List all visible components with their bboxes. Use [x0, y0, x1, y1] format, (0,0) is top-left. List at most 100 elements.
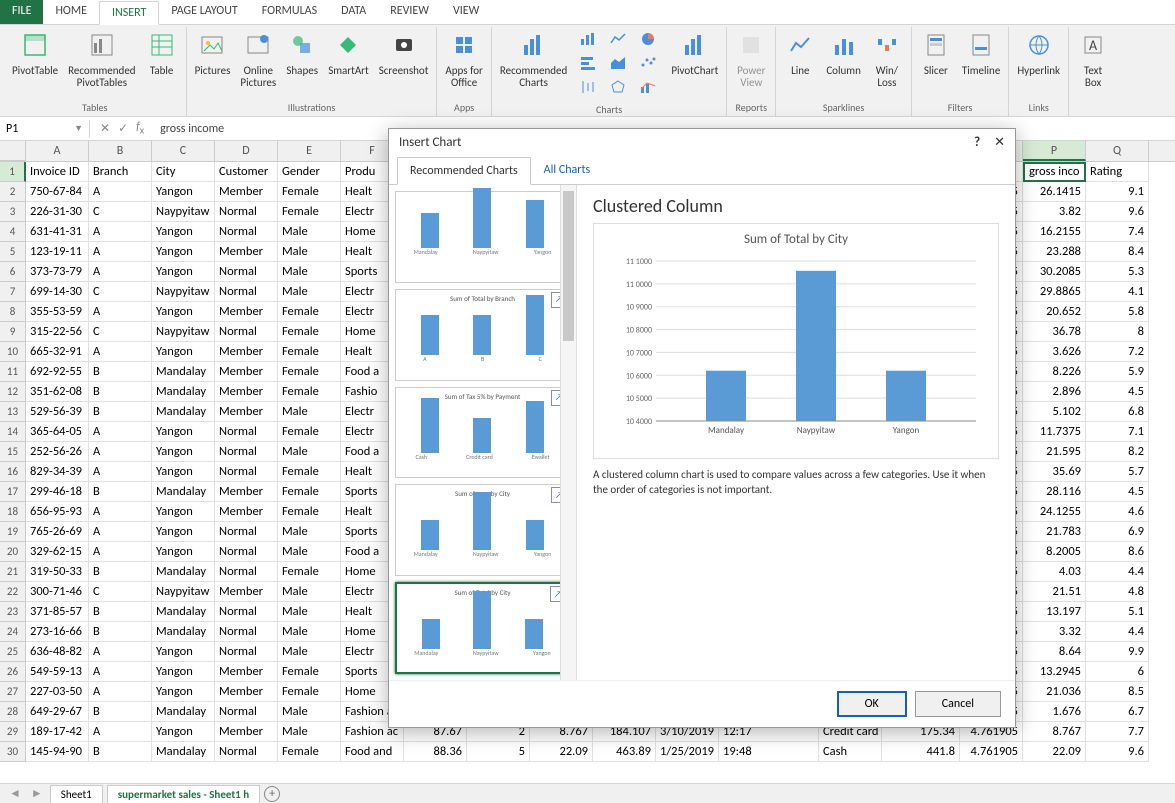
cell-D20[interactable]: Normal	[215, 542, 278, 562]
cell-P18[interactable]: 24.1255	[1023, 502, 1086, 522]
row-header-22[interactable]: 22	[0, 582, 26, 602]
row-header-6[interactable]: 6	[0, 262, 26, 282]
cell-P5[interactable]: 23.288	[1023, 242, 1086, 262]
cell-C4[interactable]: Yangon	[152, 222, 215, 242]
row-header-3[interactable]: 3	[0, 202, 26, 222]
sparkline-winloss-button[interactable]: Win/Loss	[867, 27, 907, 93]
cell-A22[interactable]: 300-71-46	[26, 582, 89, 602]
cell-D29[interactable]: Member	[215, 722, 278, 742]
cell-E9[interactable]: Female	[278, 322, 341, 342]
cell-C23[interactable]: Mandalay	[152, 602, 215, 622]
cell-E26[interactable]: Female	[278, 662, 341, 682]
sheet-tab-1[interactable]: supermarket sales - Sheet1 h	[107, 785, 260, 803]
screenshot-button[interactable]: Screenshot	[375, 27, 433, 81]
cell-P2[interactable]: 26.1415	[1023, 182, 1086, 202]
cell-Q11[interactable]: 5.9	[1086, 362, 1149, 382]
cell-C3[interactable]: Naypyitaw	[152, 202, 215, 222]
cell-P20[interactable]: 8.2005	[1023, 542, 1086, 562]
recommended-thumb-4[interactable]: ↗Sum of Total by CityMandalayNaypyitawYa…	[395, 582, 570, 674]
cell-B6[interactable]: A	[89, 262, 152, 282]
row-header-20[interactable]: 20	[0, 542, 26, 562]
recommended-pivottables-button[interactable]: RecommendedPivotTables	[64, 27, 139, 93]
cell-A20[interactable]: 329-62-15	[26, 542, 89, 562]
cell-Q2[interactable]: 9.1	[1086, 182, 1149, 202]
col-header-A[interactable]: A	[26, 141, 89, 161]
cell-Q25[interactable]: 9.9	[1086, 642, 1149, 662]
cell-A21[interactable]: 319-50-33	[26, 562, 89, 582]
cell-Q7[interactable]: 4.1	[1086, 282, 1149, 302]
cell-P26[interactable]: 13.2945	[1023, 662, 1086, 682]
cell-A3[interactable]: 226-31-30	[26, 202, 89, 222]
dialog-help-icon[interactable]: ?	[974, 135, 980, 150]
cell-D14[interactable]: Normal	[215, 422, 278, 442]
cell-A5[interactable]: 123-19-11	[26, 242, 89, 262]
cell-E23[interactable]: Male	[278, 602, 341, 622]
cell-C20[interactable]: Yangon	[152, 542, 215, 562]
cell-P19[interactable]: 21.783	[1023, 522, 1086, 542]
cell-P8[interactable]: 20.652	[1023, 302, 1086, 322]
cell-E13[interactable]: Male	[278, 402, 341, 422]
cell-P24[interactable]: 3.32	[1023, 622, 1086, 642]
row-header-17[interactable]: 17	[0, 482, 26, 502]
cell-C9[interactable]: Naypyitaw	[152, 322, 215, 342]
row-header-2[interactable]: 2	[0, 182, 26, 202]
tab-file[interactable]: FILE	[0, 0, 43, 24]
cell-P3[interactable]: 3.82	[1023, 202, 1086, 222]
cell-P11[interactable]: 8.226	[1023, 362, 1086, 382]
row-header-9[interactable]: 9	[0, 322, 26, 342]
cell-D4[interactable]: Normal	[215, 222, 278, 242]
cell-P22[interactable]: 21.51	[1023, 582, 1086, 602]
col-header-E[interactable]: E	[278, 141, 341, 161]
chart-combo-icon[interactable]	[635, 77, 661, 97]
cell-Q20[interactable]: 8.6	[1086, 542, 1149, 562]
cell-B19[interactable]: A	[89, 522, 152, 542]
cell-B17[interactable]: B	[89, 482, 152, 502]
cell-E15[interactable]: Male	[278, 442, 341, 462]
tab-review[interactable]: REVIEW	[378, 0, 441, 24]
cell-Q21[interactable]: 4.4	[1086, 562, 1149, 582]
row-header-4[interactable]: 4	[0, 222, 26, 242]
sparkline-column-button[interactable]: Column	[822, 27, 865, 81]
cell-D24[interactable]: Normal	[215, 622, 278, 642]
dialog-tab-recommended[interactable]: Recommended Charts	[397, 157, 531, 185]
cell-C30[interactable]: Mandalay	[152, 742, 215, 762]
dialog-close-icon[interactable]: ✕	[994, 135, 1005, 150]
cell-C5[interactable]: Yangon	[152, 242, 215, 262]
cell-D10[interactable]: Member	[215, 342, 278, 362]
cell-C27[interactable]: Yangon	[152, 682, 215, 702]
cell-A28[interactable]: 649-29-67	[26, 702, 89, 722]
cell-C26[interactable]: Yangon	[152, 662, 215, 682]
row-header-24[interactable]: 24	[0, 622, 26, 642]
cell-Q30[interactable]: 9.6	[1086, 742, 1149, 762]
cell-C2[interactable]: Yangon	[152, 182, 215, 202]
cell-A17[interactable]: 299-46-18	[26, 482, 89, 502]
cell-Q10[interactable]: 7.2	[1086, 342, 1149, 362]
cell-C1[interactable]: City	[152, 162, 215, 182]
cell-Q22[interactable]: 4.8	[1086, 582, 1149, 602]
cell-C6[interactable]: Yangon	[152, 262, 215, 282]
sheet-nav-prev[interactable]: ◄	[6, 786, 24, 801]
cell-C19[interactable]: Yangon	[152, 522, 215, 542]
cell-D8[interactable]: Member	[215, 302, 278, 322]
cell-A2[interactable]: 750-67-84	[26, 182, 89, 202]
accept-formula-icon[interactable]: ✓	[118, 121, 128, 136]
recommended-list[interactable]: MandalayNaypyitawYangon↗Sum of Total by …	[389, 185, 577, 680]
table-button[interactable]: Table	[142, 27, 182, 81]
cell-D1[interactable]: Customer	[215, 162, 278, 182]
cell-C13[interactable]: Mandalay	[152, 402, 215, 422]
cell-Q6[interactable]: 5.3	[1086, 262, 1149, 282]
cell-P13[interactable]: 5.102	[1023, 402, 1086, 422]
cell-D28[interactable]: Normal	[215, 702, 278, 722]
cell-E17[interactable]: Female	[278, 482, 341, 502]
cell-B23[interactable]: B	[89, 602, 152, 622]
cell-D16[interactable]: Normal	[215, 462, 278, 482]
slicer-button[interactable]: Slicer	[916, 27, 956, 81]
cell-Q28[interactable]: 6.7	[1086, 702, 1149, 722]
row-header-21[interactable]: 21	[0, 562, 26, 582]
cell-Q14[interactable]: 7.1	[1086, 422, 1149, 442]
chart-scatter-icon[interactable]	[635, 53, 661, 73]
fx-icon[interactable]: fx	[136, 120, 144, 136]
row-header-18[interactable]: 18	[0, 502, 26, 522]
sheet-nav-next[interactable]: ►	[28, 786, 46, 801]
cell-E24[interactable]: Male	[278, 622, 341, 642]
